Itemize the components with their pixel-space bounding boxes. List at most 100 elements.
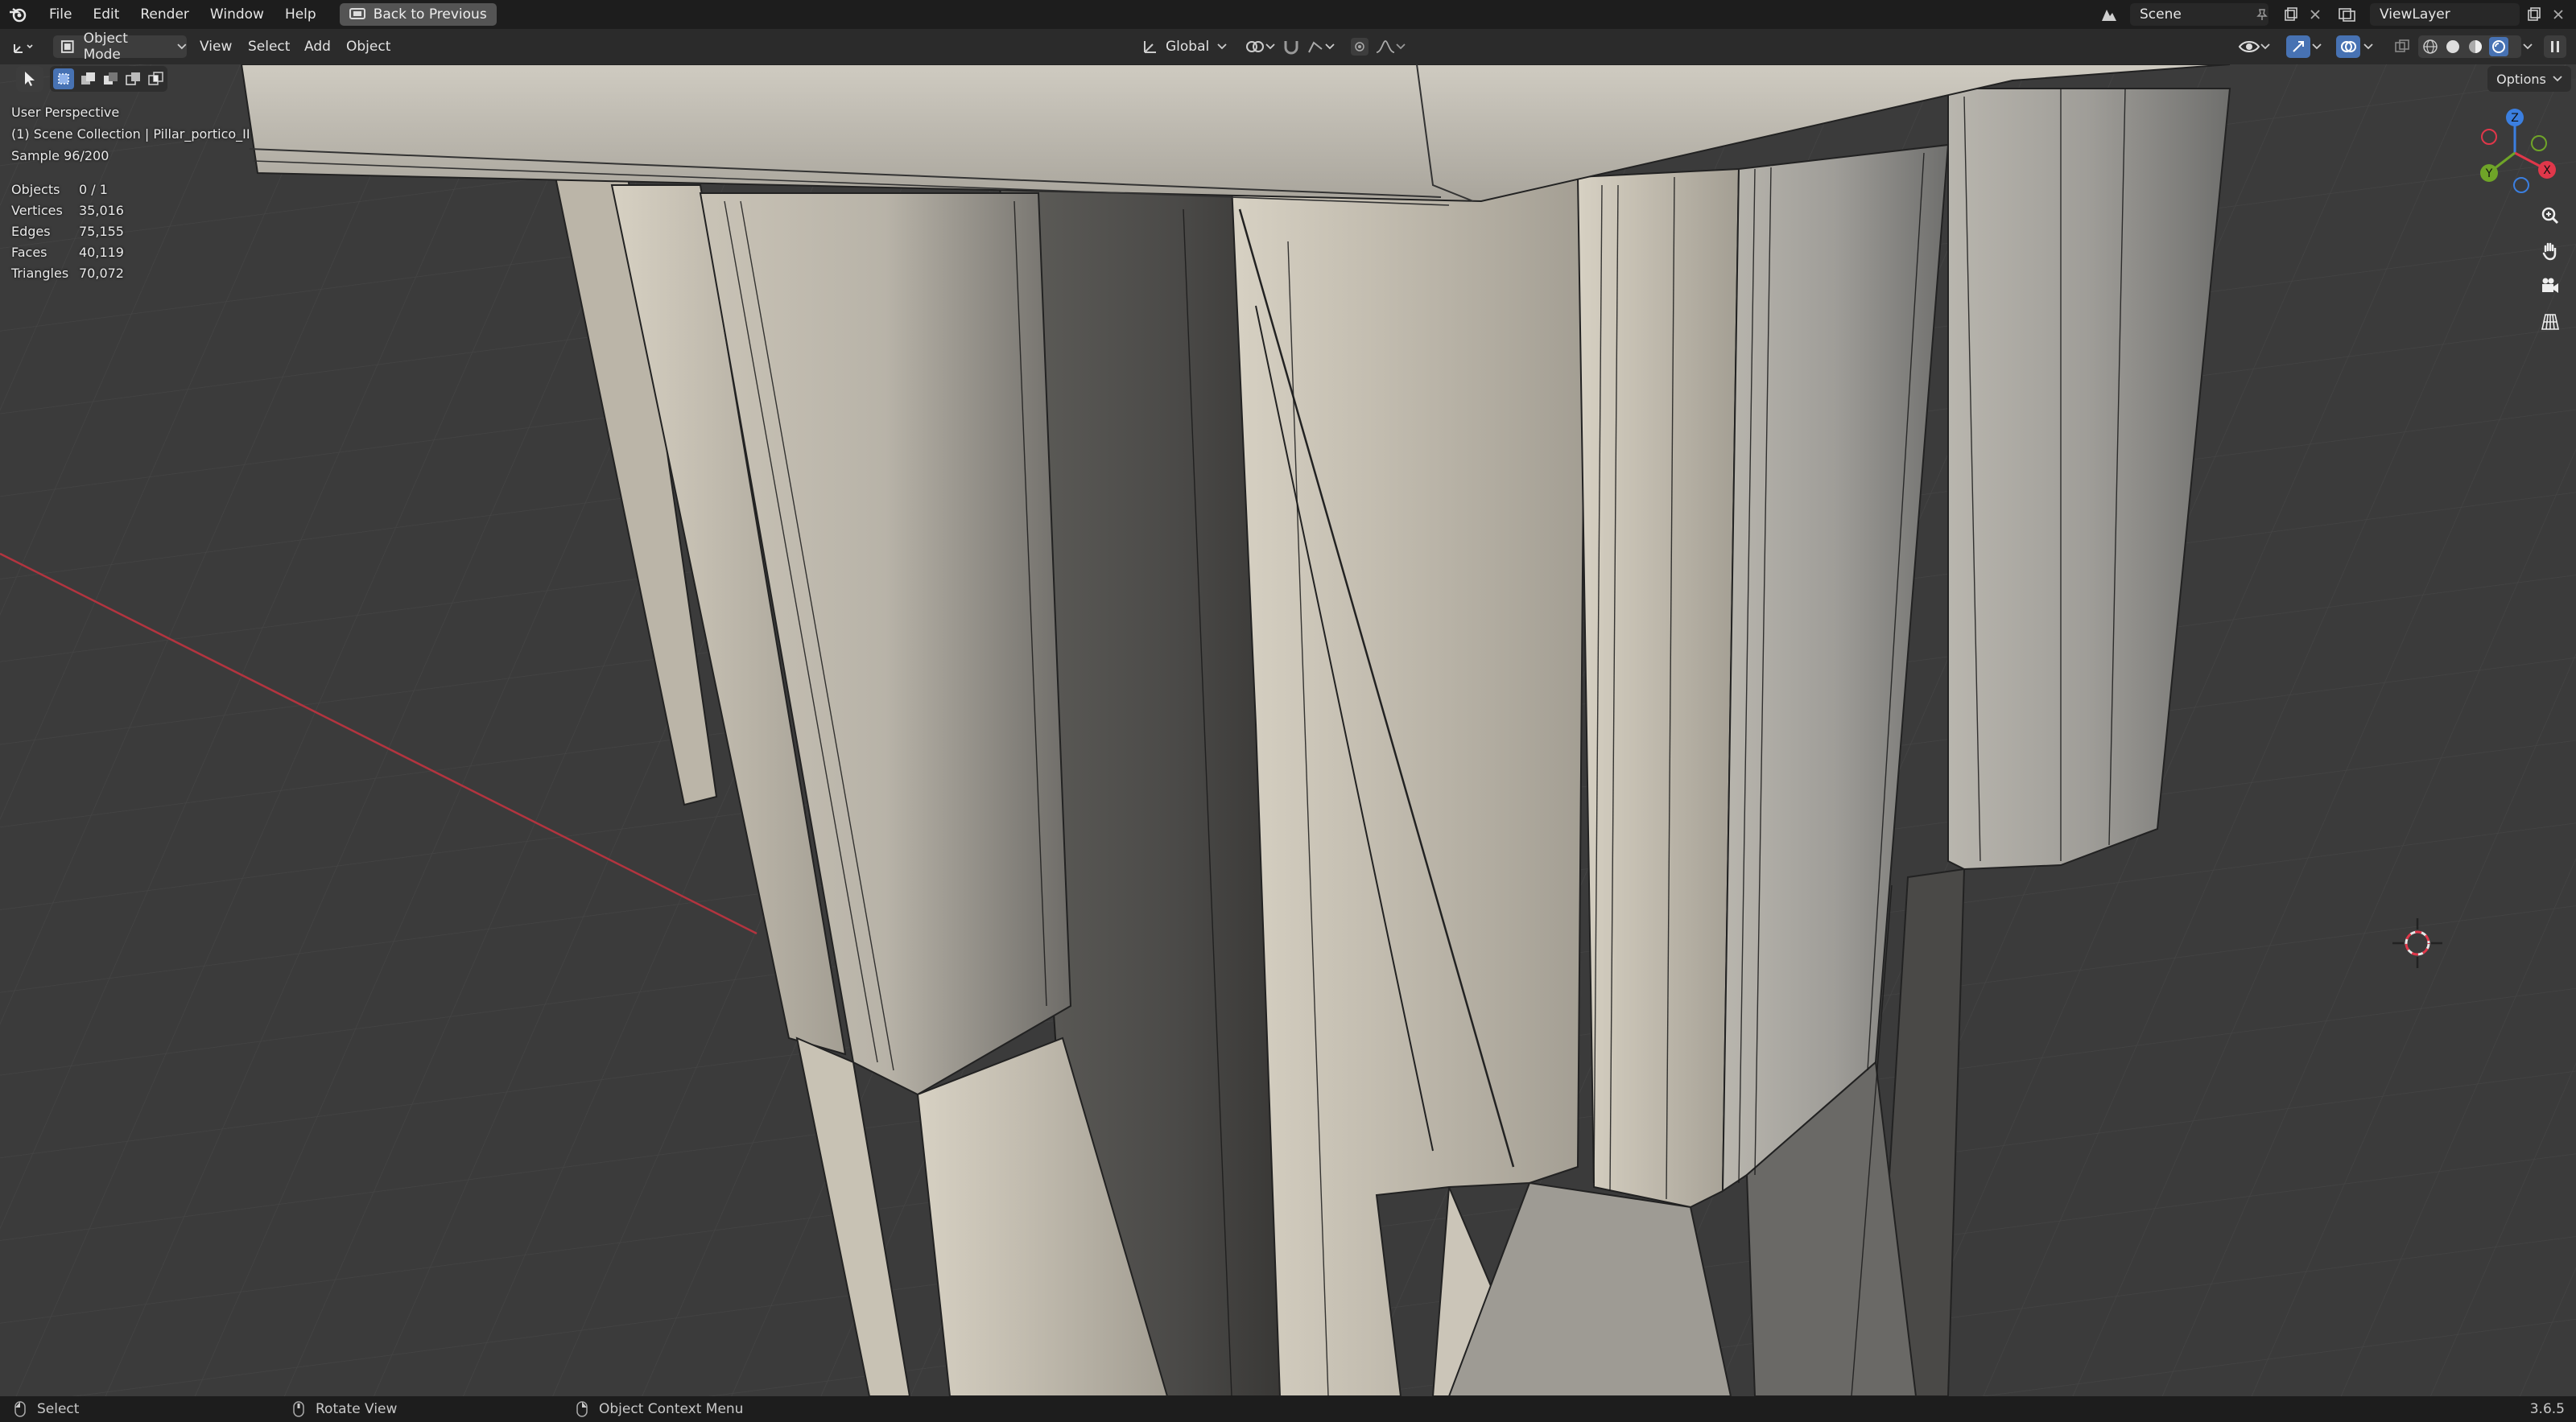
new-view-layer-icon[interactable] bbox=[2524, 5, 2544, 24]
chevron-down-icon bbox=[2553, 76, 2562, 82]
overlays-toggle[interactable] bbox=[2336, 35, 2360, 58]
menu-help[interactable]: Help bbox=[275, 0, 327, 29]
mouse-left-icon bbox=[14, 1401, 26, 1417]
stat-faces-value: 40,119 bbox=[79, 245, 124, 260]
editor-type-button[interactable] bbox=[10, 35, 48, 58]
status-rotate: Rotate View bbox=[293, 1396, 397, 1422]
scene-field[interactable]: Scene bbox=[2130, 3, 2268, 26]
status-select: Select bbox=[14, 1396, 79, 1422]
collection-label: (1) Scene Collection | Pillar_portico_II bbox=[11, 126, 250, 142]
gizmo-y-label: Y bbox=[2485, 167, 2493, 180]
stat-triangles-value: 70,072 bbox=[79, 266, 124, 281]
screen-icon bbox=[349, 8, 365, 19]
mode-selector[interactable]: Object Mode bbox=[53, 31, 187, 63]
view-layer-browse-icon[interactable] bbox=[2338, 5, 2357, 24]
overlays-icon bbox=[2341, 41, 2356, 52]
rendered-scene[interactable] bbox=[0, 64, 2576, 1396]
pivot-point-icon[interactable] bbox=[1245, 38, 1265, 56]
select-subtract-icon[interactable] bbox=[103, 72, 119, 86]
xray-toggle[interactable] bbox=[2391, 35, 2413, 58]
view-layer-name: ViewLayer bbox=[2380, 6, 2450, 23]
navigation-gizmo[interactable]: Z X Y bbox=[2468, 105, 2565, 201]
pause-icon bbox=[2551, 41, 2559, 52]
pivot-snap-group bbox=[1240, 35, 1349, 58]
delete-scene-icon[interactable] bbox=[2306, 5, 2325, 24]
gizmo-neg-x[interactable] bbox=[2481, 129, 2497, 145]
menu-file[interactable]: File bbox=[39, 0, 82, 29]
material-shading-icon[interactable] bbox=[2467, 38, 2484, 56]
stat-vertices-value: 35,016 bbox=[79, 203, 124, 218]
menu-edit[interactable]: Edit bbox=[82, 0, 130, 29]
menu-render[interactable]: Render bbox=[130, 0, 200, 29]
3d-viewport[interactable]: Options User Perspective (1) Scene Colle… bbox=[0, 64, 2576, 1396]
menu-object[interactable]: Object bbox=[346, 39, 390, 55]
falloff-curve-icon[interactable] bbox=[1375, 38, 1396, 56]
new-scene-icon[interactable] bbox=[2281, 5, 2301, 24]
chevron-down-icon bbox=[1325, 43, 1335, 50]
menu-view[interactable]: View bbox=[200, 39, 232, 55]
chevron-down-icon[interactable] bbox=[2523, 43, 2533, 50]
shading-mode-group bbox=[2418, 35, 2521, 58]
options-label: Options bbox=[2496, 71, 2546, 87]
proportional-edit-icon[interactable] bbox=[1351, 38, 1368, 56]
version-label: 3.6.5 bbox=[2529, 1401, 2565, 1417]
select-tool-icon[interactable] bbox=[16, 66, 43, 92]
delete-view-layer-icon[interactable] bbox=[2549, 5, 2568, 24]
options-dropdown[interactable]: Options bbox=[2487, 66, 2571, 92]
status-rotate-label: Rotate View bbox=[316, 1401, 398, 1417]
snap-magnet-icon[interactable] bbox=[1282, 38, 1301, 56]
stat-edges-label: Edges bbox=[11, 224, 51, 239]
chevron-down-icon bbox=[1396, 43, 1406, 50]
visibility-selector[interactable] bbox=[2238, 35, 2286, 58]
view-layer-field[interactable]: ViewLayer bbox=[2370, 3, 2520, 26]
transform-orientation-selector[interactable]: Global bbox=[1137, 35, 1233, 58]
pan-hand-icon[interactable] bbox=[2534, 235, 2566, 267]
xray-icon bbox=[2395, 39, 2409, 52]
proportional-edit-group bbox=[1351, 35, 1412, 58]
orientation-label: Global bbox=[1166, 39, 1210, 55]
rendered-shading-icon[interactable] bbox=[2489, 37, 2508, 56]
gizmo-x-label: X bbox=[2543, 164, 2551, 177]
stat-faces-label: Faces bbox=[11, 245, 47, 260]
orientation-icon bbox=[1144, 41, 1156, 53]
gizmo-neg-y[interactable] bbox=[2531, 135, 2547, 151]
select-intersect-icon[interactable] bbox=[148, 72, 164, 86]
snap-target-icon[interactable] bbox=[1306, 38, 1325, 56]
menu-add[interactable]: Add bbox=[304, 39, 331, 55]
mouse-middle-icon bbox=[293, 1401, 304, 1417]
wireframe-shading-icon[interactable] bbox=[2421, 38, 2439, 56]
chevron-down-icon bbox=[1217, 43, 1227, 50]
zoom-icon[interactable] bbox=[2534, 200, 2566, 232]
stat-objects-label: Objects bbox=[11, 182, 60, 197]
status-bar: Select Rotate View Object Context Menu 3… bbox=[0, 1396, 2576, 1422]
gizmo-toggle[interactable] bbox=[2286, 35, 2310, 58]
sample-label: Sample 96/200 bbox=[11, 148, 109, 163]
pin-icon[interactable] bbox=[2252, 5, 2272, 24]
pause-render-button[interactable] bbox=[2544, 35, 2566, 58]
scene-browse-icon[interactable] bbox=[2099, 5, 2119, 24]
select-new-icon[interactable] bbox=[53, 68, 74, 89]
selection-mode-group bbox=[50, 66, 167, 92]
perspective-toggle-icon[interactable] bbox=[2534, 306, 2566, 338]
axes-editor-icon bbox=[14, 44, 33, 53]
status-select-label: Select bbox=[37, 1401, 80, 1417]
status-context-menu-label: Object Context Menu bbox=[599, 1401, 744, 1417]
stat-vertices-label: Vertices bbox=[11, 203, 63, 218]
back-to-previous-button[interactable]: Back to Previous bbox=[339, 3, 497, 26]
back-to-previous-label: Back to Previous bbox=[373, 6, 487, 23]
chevron-down-icon[interactable] bbox=[2363, 43, 2373, 50]
chevron-down-icon bbox=[2260, 43, 2270, 50]
eye-icon bbox=[2238, 41, 2260, 52]
stat-triangles-label: Triangles bbox=[11, 266, 69, 281]
perspective-label: User Perspective bbox=[11, 105, 120, 120]
blender-logo-icon[interactable] bbox=[8, 5, 27, 24]
solid-shading-icon[interactable] bbox=[2444, 38, 2462, 56]
stat-objects-value: 0 / 1 bbox=[79, 182, 108, 197]
camera-view-icon[interactable] bbox=[2534, 270, 2566, 303]
select-invert-icon[interactable] bbox=[126, 72, 142, 86]
chevron-down-icon[interactable] bbox=[2312, 43, 2322, 50]
menu-select[interactable]: Select bbox=[248, 39, 290, 55]
gizmo-neg-z[interactable] bbox=[2513, 177, 2529, 193]
select-extend-icon[interactable] bbox=[80, 72, 97, 86]
menu-window[interactable]: Window bbox=[200, 0, 275, 29]
